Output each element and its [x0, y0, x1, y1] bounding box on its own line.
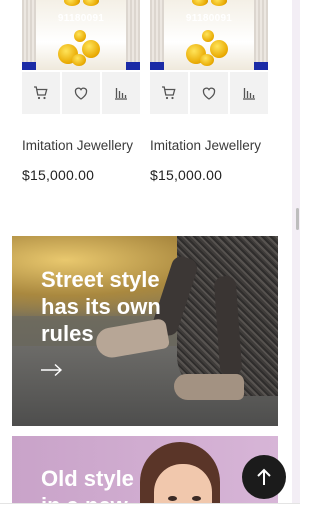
product-price: $15,000.00	[22, 167, 95, 183]
cart-icon	[162, 86, 176, 100]
heart-icon	[202, 87, 216, 100]
product-card[interactable]: 91180091 Imitation Jewellery $15,000.00	[22, 0, 140, 183]
banner-photo-boot	[174, 374, 244, 400]
heart-icon	[74, 87, 88, 100]
scrollbar-thumb[interactable]	[296, 208, 299, 230]
product-name[interactable]: Imitation Jewellery	[22, 138, 140, 153]
product-image[interactable]: 91180091	[22, 0, 140, 70]
product-name[interactable]: Imitation Jewellery	[150, 138, 268, 153]
back-to-top-button[interactable]	[242, 455, 286, 499]
product-code-label: 91180091	[57, 13, 105, 24]
product-price: $15,000.00	[150, 167, 223, 183]
wishlist-button[interactable]	[190, 72, 228, 114]
product-image[interactable]: 91180091	[150, 0, 268, 70]
promo-banner-old-style[interactable]: Old style in a new	[12, 436, 278, 509]
arrow-right-icon[interactable]	[40, 363, 64, 377]
product-code-label: 91180091	[185, 13, 233, 24]
promo-banner-street-style[interactable]: Street style has its own rules	[12, 236, 278, 426]
cart-icon	[34, 86, 48, 100]
compare-button[interactable]	[102, 72, 140, 114]
compare-chart-icon	[115, 88, 127, 100]
arrow-up-icon	[257, 468, 271, 485]
product-card[interactable]: 91180091 Imitation Jewellery $15,000.00	[150, 0, 268, 183]
compare-button[interactable]	[230, 72, 268, 114]
banner-heading: Street style has its own rules	[41, 267, 161, 346]
page-scrollbar[interactable]	[292, 0, 300, 509]
wishlist-button[interactable]	[62, 72, 100, 114]
add-to-cart-button[interactable]	[22, 72, 60, 114]
add-to-cart-button[interactable]	[150, 72, 188, 114]
compare-chart-icon	[243, 88, 255, 100]
